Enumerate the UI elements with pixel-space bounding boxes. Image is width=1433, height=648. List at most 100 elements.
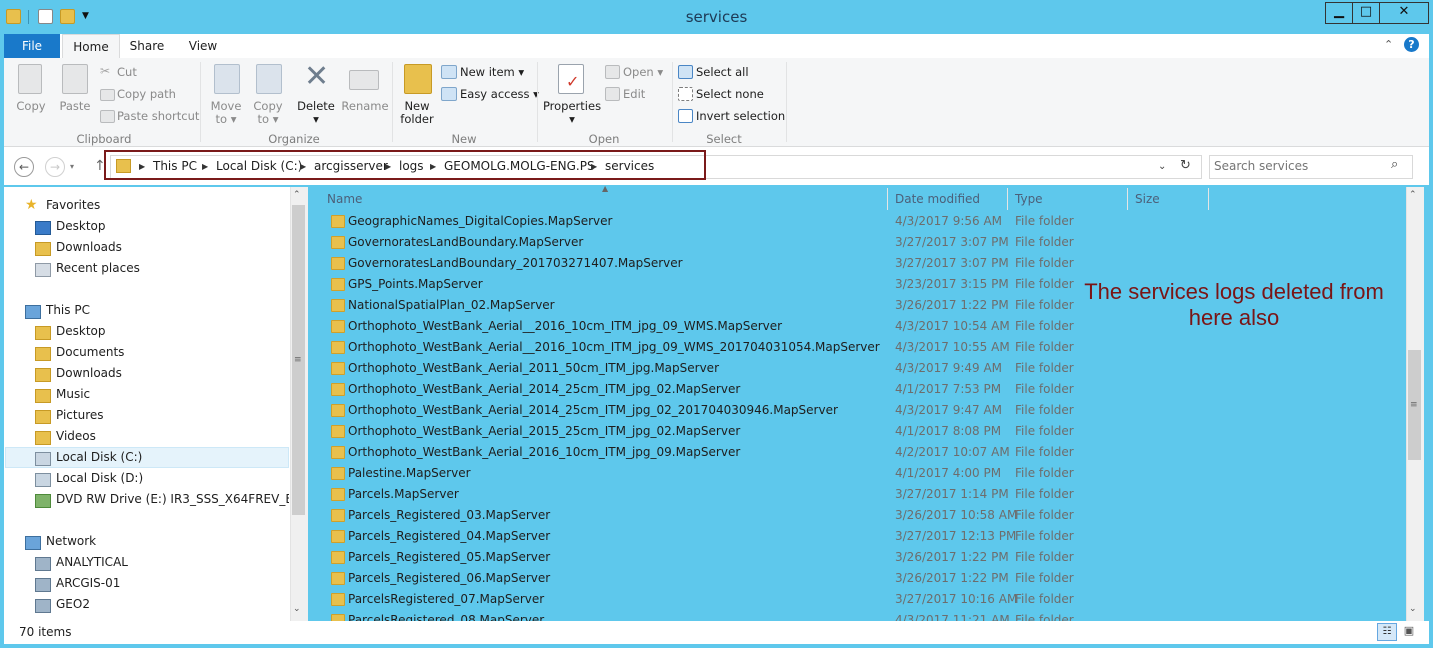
nav-item-dvd-drive[interactable]: DVD RW Drive (E:) IR3_SSS_X64FREV_EN-US_… [56, 489, 289, 510]
select-none-button[interactable]: Select none [696, 87, 764, 101]
nav-item-downloads[interactable]: Downloads [56, 237, 122, 258]
search-input[interactable] [1214, 158, 1384, 174]
table-row[interactable]: Parcels_Registered_05.MapServer 3/26/2017… [326, 547, 1210, 568]
easy-access-button[interactable]: Easy access ▾ [460, 87, 539, 101]
column-header-name[interactable]: Name [327, 188, 888, 210]
file-type: File folder [1015, 424, 1074, 438]
this-pc-header[interactable]: This PC [46, 300, 90, 321]
breadcrumb-arrow-icon[interactable]: ▶ [300, 162, 306, 171]
nav-item-pc-downloads[interactable]: Downloads [56, 363, 122, 384]
file-date: 3/23/2017 3:15 PM [895, 277, 1009, 291]
folder-icon [331, 509, 345, 522]
nav-item-desktop[interactable]: Desktop [56, 216, 106, 237]
breadcrumb-arrow-icon[interactable]: ▶ [591, 162, 597, 171]
cut-button[interactable]: Cut [117, 65, 137, 79]
breadcrumb-this-pc[interactable]: This PC [153, 159, 197, 173]
breadcrumb-server[interactable]: GEOMOLG.MOLG-ENG.PS [444, 159, 595, 173]
column-header-date[interactable]: Date modified [895, 188, 1008, 210]
column-header-type[interactable]: Type [1015, 188, 1128, 210]
file-name: Parcels_Registered_05.MapServer [348, 550, 551, 564]
large-icons-view-button[interactable]: ▣ [1400, 623, 1418, 639]
table-row[interactable]: Orthophoto_WestBank_Aerial_2014_25cm_ITM… [326, 379, 1210, 400]
nav-item-pc-desktop[interactable]: Desktop [56, 321, 106, 342]
table-row[interactable]: GeographicNames_DigitalCopies.MapServer 4… [326, 211, 1210, 232]
table-row[interactable]: Parcels_Registered_03.MapServer 3/26/2017… [326, 505, 1210, 526]
tab-share[interactable]: Share [122, 34, 172, 58]
nav-item-videos[interactable]: Videos [56, 426, 96, 447]
table-row[interactable]: Orthophoto_WestBank_Aerial_2011_50cm_ITM… [326, 358, 1210, 379]
minimize-button[interactable]: ▁ [1325, 2, 1353, 24]
move-to-button[interactable]: Move to ▾ [204, 100, 248, 126]
nav-item-arcgis-01[interactable]: ARCGIS-01 [56, 573, 120, 594]
table-row[interactable]: ParcelsRegistered_07.MapServer 3/27/2017 … [326, 589, 1210, 610]
close-button[interactable]: ✕ [1379, 2, 1429, 24]
new-folder-button[interactable]: New folder [396, 100, 438, 126]
tab-home[interactable]: Home [62, 34, 120, 60]
table-row[interactable]: Orthophoto_WestBank_Aerial__2016_10cm_IT… [326, 337, 1210, 358]
table-row[interactable]: Parcels_Registered_06.MapServer 3/26/2017… [326, 568, 1210, 589]
address-dropdown-icon[interactable]: ⌄ [1158, 161, 1166, 172]
nav-item-local-disk-c[interactable]: Local Disk (C:) [56, 447, 142, 468]
select-all-button[interactable]: Select all [696, 65, 749, 79]
edit-button[interactable]: Edit [623, 87, 645, 101]
nav-item-local-disk-d[interactable]: Local Disk (D:) [56, 468, 143, 489]
breadcrumb-arrow-icon[interactable]: ▶ [139, 162, 145, 171]
table-row[interactable]: Palestine.MapServer 4/1/2017 4:00 PM File … [326, 463, 1210, 484]
column-header-size[interactable]: Size [1135, 188, 1209, 210]
favorites-header[interactable]: Favorites [46, 195, 100, 216]
table-row[interactable]: Parcels.MapServer 3/27/2017 1:14 PM File f… [326, 484, 1210, 505]
recent-locations-icon[interactable]: ▾ [70, 162, 74, 171]
easy-access-icon [441, 87, 457, 101]
breadcrumb-services[interactable]: services [605, 159, 654, 173]
new-item-button[interactable]: New item ▾ [460, 65, 524, 79]
rename-button[interactable]: Rename [340, 100, 390, 113]
nav-item-analytical[interactable]: ANALYTICAL [56, 552, 128, 573]
folder-icon [331, 593, 345, 606]
breadcrumb-logs[interactable]: logs [399, 159, 424, 173]
tab-view[interactable]: View [178, 34, 228, 58]
group-separator [200, 62, 201, 142]
network-header[interactable]: Network [46, 531, 96, 552]
table-row[interactable]: GovernoratesLandBoundary_201703271407.Ma… [326, 253, 1210, 274]
scroll-down-icon[interactable]: ⌄ [293, 604, 301, 614]
nav-item-documents[interactable]: Documents [56, 342, 124, 363]
refresh-icon[interactable]: ↻ [1180, 158, 1191, 173]
nav-item-music[interactable]: Music [56, 384, 90, 405]
downloads-folder-icon [35, 368, 51, 382]
paste-button[interactable]: Paste [54, 100, 96, 113]
table-row[interactable]: Orthophoto_WestBank_Aerial_2016_10cm_ITM… [326, 442, 1210, 463]
file-type: File folder [1015, 508, 1074, 522]
copy-to-button[interactable]: Copy to ▾ [246, 100, 290, 126]
tab-file[interactable]: File [4, 34, 60, 58]
forward-button[interactable]: → [45, 157, 65, 177]
help-icon[interactable]: ? [1404, 37, 1419, 52]
scroll-down-icon[interactable]: ⌄ [1409, 604, 1417, 614]
breadcrumb-arrow-icon[interactable]: ▶ [385, 162, 391, 171]
open-button[interactable]: Open ▾ [623, 65, 663, 79]
copy-button[interactable]: Copy [10, 100, 52, 113]
table-row[interactable]: Parcels_Registered_04.MapServer 3/27/2017… [326, 526, 1210, 547]
breadcrumb-arrow-icon[interactable]: ▶ [430, 162, 436, 171]
nav-item-recent-places[interactable]: Recent places [56, 258, 140, 279]
scroll-up-icon[interactable]: ⌃ [1409, 190, 1417, 200]
minimize-ribbon-icon[interactable]: ⌃ [1384, 38, 1393, 51]
maximize-button[interactable]: □ [1352, 2, 1380, 24]
invert-selection-button[interactable]: Invert selection [696, 109, 785, 123]
breadcrumb-local-disk[interactable]: Local Disk (C:) [216, 159, 302, 173]
scroll-up-icon[interactable]: ⌃ [293, 190, 301, 200]
nav-item-pictures[interactable]: Pictures [56, 405, 104, 426]
details-view-button[interactable]: ☷ [1377, 623, 1397, 641]
table-row[interactable]: ParcelsRegistered_08.MapServer 4/3/2017 1… [326, 610, 1210, 621]
ribbon: Copy Paste ✂ Cut Copy path Paste shortcu… [4, 58, 1429, 147]
table-row[interactable]: GovernoratesLandBoundary.MapServer 3/27/2… [326, 232, 1210, 253]
breadcrumb-arcgisserver[interactable]: arcgisserver [314, 159, 388, 173]
table-row[interactable]: Orthophoto_WestBank_Aerial_2015_25cm_ITM… [326, 421, 1210, 442]
delete-button[interactable]: Delete ▾ [294, 100, 338, 126]
nav-item-geo2[interactable]: GEO2 [56, 594, 90, 615]
paste-shortcut-button[interactable]: Paste shortcut [117, 109, 199, 123]
breadcrumb-arrow-icon[interactable]: ▶ [202, 162, 208, 171]
properties-button[interactable]: Properties ▾ [540, 100, 604, 126]
table-row[interactable]: Orthophoto_WestBank_Aerial_2014_25cm_ITM… [326, 400, 1210, 421]
back-button[interactable]: ← [14, 157, 34, 177]
copy-path-button[interactable]: Copy path [117, 87, 176, 101]
